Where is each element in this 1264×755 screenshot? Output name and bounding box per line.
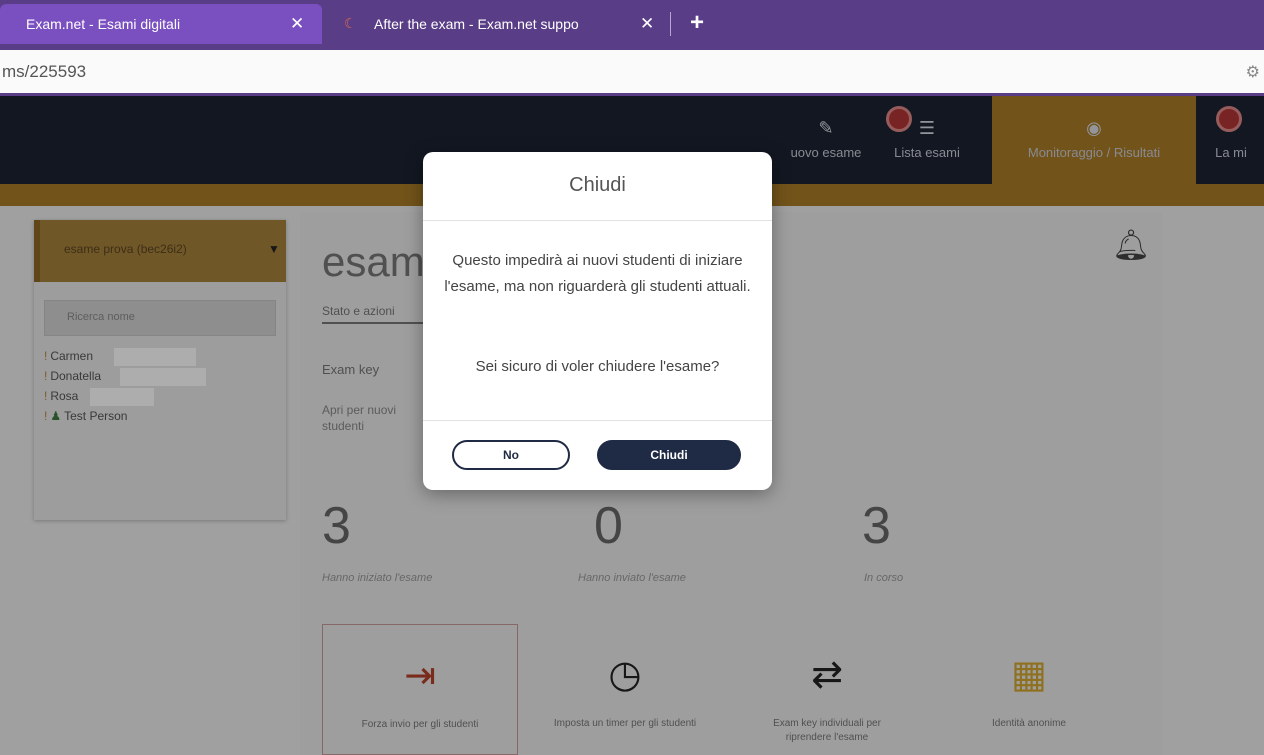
close-tab-icon[interactable]: ✕	[290, 14, 304, 34]
dialog-footer-divider	[423, 420, 772, 421]
close-exam-dialog: Chiudi Questo impedirà ai nuovi studenti…	[423, 152, 772, 490]
dialog-message: Questo impedirà ai nuovi studenti di ini…	[444, 252, 751, 295]
cancel-button[interactable]: No	[452, 440, 570, 470]
tab-title: Exam.net - Esami digitali	[26, 16, 181, 32]
url-text[interactable]: ms/225593	[2, 62, 86, 82]
browser-tab-inactive[interactable]: ☾ After the exam - Exam.net suppo ✕	[322, 4, 668, 44]
browser-tabbar: Exam.net - Esami digitali ✕ ☾ After the …	[0, 0, 1264, 50]
loading-icon: ☾	[344, 15, 357, 31]
new-tab-icon[interactable]: +	[690, 9, 704, 37]
address-bar[interactable]: ms/225593 ⚙	[0, 50, 1264, 96]
tab-separator	[670, 12, 671, 36]
tab-title: After the exam - Exam.net suppo	[374, 16, 579, 32]
close-tab-icon[interactable]: ✕	[640, 14, 654, 34]
dialog-divider	[423, 220, 772, 221]
dialog-title: Chiudi	[569, 174, 626, 196]
browser-tab-active[interactable]: Exam.net - Esami digitali ✕	[0, 4, 322, 44]
confirm-close-button[interactable]: Chiudi	[597, 440, 741, 470]
settings-icon[interactable]: ⚙	[1246, 62, 1260, 82]
dialog-question: Sei sicuro di voler chiudere l'esame?	[475, 358, 720, 375]
